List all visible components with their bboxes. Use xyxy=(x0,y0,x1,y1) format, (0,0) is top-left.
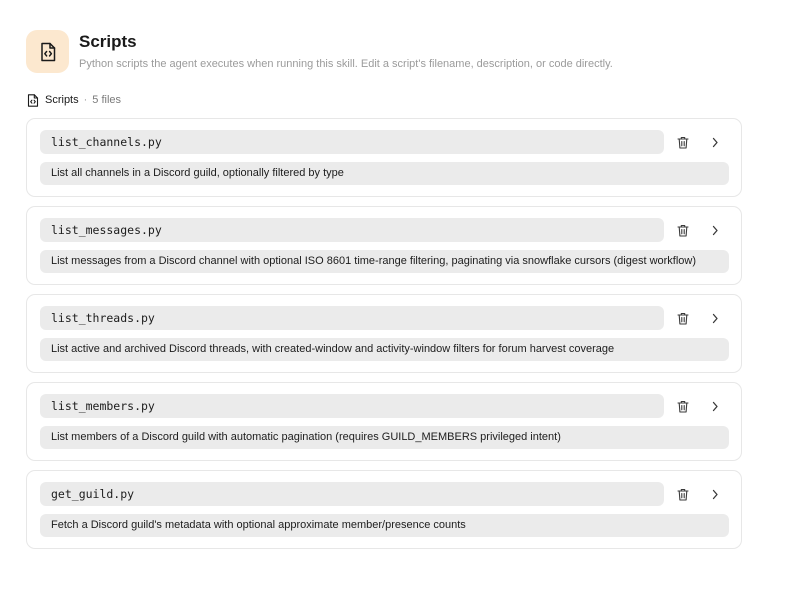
script-description-input[interactable]: Fetch a Discord guild's metadata with op… xyxy=(40,514,729,537)
section-title: Scripts xyxy=(45,94,79,106)
trash-icon xyxy=(677,312,689,325)
script-card: list_threads.py List active and archived… xyxy=(26,294,742,373)
delete-script-button[interactable] xyxy=(674,397,692,415)
file-count: 5 files xyxy=(92,94,122,106)
delete-script-button[interactable] xyxy=(674,221,692,239)
script-filename-input[interactable]: list_members.py xyxy=(40,394,664,418)
chevron-right-icon xyxy=(712,313,718,323)
section-header: Scripts · 5 files xyxy=(27,93,121,107)
script-card: list_members.py List members of a Discor… xyxy=(26,382,742,461)
trash-icon xyxy=(677,488,689,501)
section-separator: · xyxy=(83,94,88,106)
script-description-input[interactable]: List all channels in a Discord guild, op… xyxy=(40,162,729,185)
delete-script-button[interactable] xyxy=(674,309,692,327)
script-filename-input[interactable]: list_threads.py xyxy=(40,306,664,330)
expand-script-button[interactable] xyxy=(706,397,724,415)
page-title: Scripts xyxy=(79,32,137,51)
script-card: list_channels.py List all channels in a … xyxy=(26,118,742,197)
delete-script-button[interactable] xyxy=(674,485,692,503)
page-subtitle: Python scripts the agent executes when r… xyxy=(79,58,613,70)
code-file-icon xyxy=(27,93,39,107)
expand-script-button[interactable] xyxy=(706,309,724,327)
expand-script-button[interactable] xyxy=(706,485,724,503)
script-filename-input[interactable]: get_guild.py xyxy=(40,482,664,506)
script-card: list_messages.py List messages from a Di… xyxy=(26,206,742,285)
chevron-right-icon xyxy=(712,401,718,411)
chevron-right-icon xyxy=(712,225,718,235)
code-file-icon xyxy=(26,30,69,73)
script-list: list_channels.py List all channels in a … xyxy=(26,118,742,558)
trash-icon xyxy=(677,136,689,149)
delete-script-button[interactable] xyxy=(674,133,692,151)
script-filename-input[interactable]: list_channels.py xyxy=(40,130,664,154)
page-header: Scripts Python scripts the agent execute… xyxy=(26,30,613,73)
script-description-input[interactable]: List active and archived Discord threads… xyxy=(40,338,729,361)
expand-script-button[interactable] xyxy=(706,133,724,151)
expand-script-button[interactable] xyxy=(706,221,724,239)
script-description-input[interactable]: List messages from a Discord channel wit… xyxy=(40,250,729,273)
script-description-input[interactable]: List members of a Discord guild with aut… xyxy=(40,426,729,449)
chevron-right-icon xyxy=(712,489,718,499)
trash-icon xyxy=(677,400,689,413)
script-filename-input[interactable]: list_messages.py xyxy=(40,218,664,242)
chevron-right-icon xyxy=(712,137,718,147)
script-card: get_guild.py Fetch a Discord guild's met… xyxy=(26,470,742,549)
trash-icon xyxy=(677,224,689,237)
